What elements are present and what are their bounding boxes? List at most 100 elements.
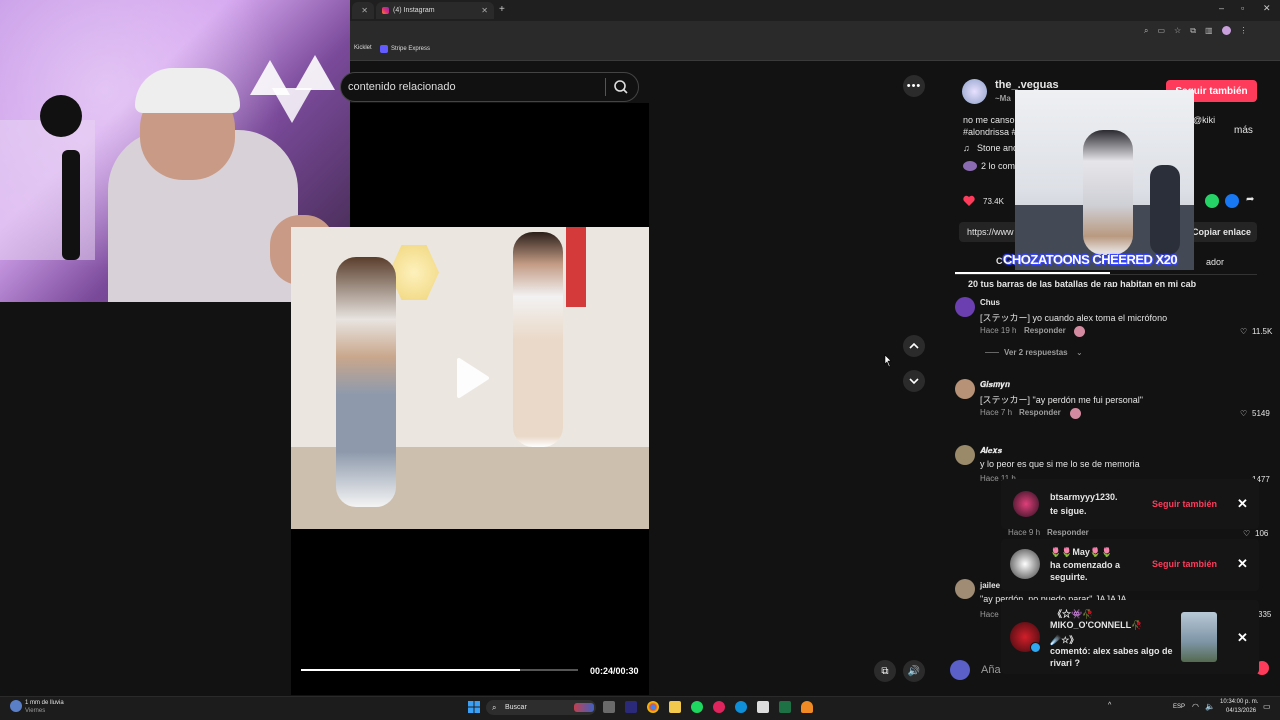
author-avatar[interactable]: [962, 79, 987, 104]
clock-date[interactable]: 04/13/2026: [1226, 708, 1256, 714]
music-title[interactable]: Stone anc: [977, 143, 1018, 153]
share-icon[interactable]: ➦: [1246, 194, 1254, 205]
notification-avatar: [1010, 549, 1040, 579]
excel-icon[interactable]: [779, 701, 791, 713]
whatsapp-icon[interactable]: [1205, 194, 1219, 208]
new-tab-button[interactable]: +: [499, 4, 505, 15]
tab-comments[interactable]: C: [996, 256, 1003, 266]
bookmark-kicklet[interactable]: Kicklet: [354, 45, 372, 51]
notification-text: te sigue.: [1050, 506, 1087, 516]
clock-time[interactable]: 10:34:00 p. m.: [1220, 699, 1258, 705]
app-icon[interactable]: [713, 701, 725, 713]
chevron-down-icon: [909, 378, 919, 385]
notification-follow-button[interactable]: Seguir también: [1152, 499, 1217, 509]
my-avatar: [950, 660, 970, 680]
volume-tray-icon[interactable]: 🔈: [1205, 702, 1215, 711]
heart-icon[interactable]: [962, 194, 976, 208]
comment-like-icon[interactable]: ♡: [1243, 529, 1250, 538]
zoom-icon[interactable]: ⌕: [1144, 26, 1148, 38]
notification-follow-button[interactable]: Seguir también: [1152, 559, 1217, 569]
cast-icon[interactable]: ▭: [1157, 26, 1165, 38]
comment-avatar[interactable]: [955, 445, 975, 465]
tab-creator[interactable]: ador: [1206, 257, 1224, 267]
windows-start-icon[interactable]: [468, 701, 480, 713]
wifi-icon[interactable]: ◠: [1192, 702, 1199, 711]
copy-link-button[interactable]: Copiar enlace: [1192, 227, 1251, 237]
search-divider: [605, 78, 606, 96]
notification-comment[interactable]: 《☆👾🥀 MIKO_O'CONNELL🥀 ☄️☆》 comentó: alex …: [1001, 600, 1259, 674]
close-icon[interactable]: ✕: [1237, 630, 1248, 646]
comment-time: Hace: [980, 610, 999, 619]
comment-avatar[interactable]: [955, 297, 975, 317]
comment-likes: 5149: [1252, 409, 1270, 418]
close-icon[interactable]: ✕: [481, 6, 488, 15]
close-icon[interactable]: ✕: [1237, 496, 1248, 512]
instagram-icon: [382, 7, 389, 14]
notification-text: ha comenzado a: [1050, 560, 1121, 570]
notification-follow[interactable]: btsarmyyy1230. te sigue. Seguir también …: [1001, 479, 1259, 529]
cloud-app-icon[interactable]: [801, 701, 813, 713]
wall-poster: [566, 227, 586, 307]
liker-avatars: [963, 161, 977, 171]
comment-like-icon[interactable]: ♡: [1240, 409, 1247, 418]
notepad-icon[interactable]: [757, 701, 769, 713]
play-icon[interactable]: [453, 357, 491, 399]
caption-tag[interactable]: @kiki: [1193, 115, 1215, 125]
profile-icon[interactable]: [1221, 26, 1231, 35]
browser-tab-instagram[interactable]: (4) Instagram ✕: [376, 2, 494, 19]
language-indicator[interactable]: ESP: [1173, 704, 1185, 710]
comment-like-icon[interactable]: ♡: [1240, 327, 1247, 336]
comment-avatar[interactable]: [955, 579, 975, 599]
comment-user[interactable]: 𝑮𝒊𝒔𝒎𝒚𝒏: [980, 380, 1010, 390]
tray-chevron-icon[interactable]: ^: [1108, 702, 1111, 709]
file-explorer-icon[interactable]: [669, 701, 681, 713]
spotify-icon[interactable]: [691, 701, 703, 713]
notification-follow[interactable]: 🌷🌷May🌷🌷 ha comenzado a seguirte. Seguir …: [1001, 539, 1259, 591]
tab-title: (4) Instagram: [393, 7, 435, 14]
browser-tab-previous[interactable]: ✕: [352, 2, 374, 19]
view-replies-button[interactable]: Ver 2 respuestas: [1004, 348, 1068, 357]
cursor-icon: [884, 354, 892, 368]
window-close-icon[interactable]: ✕: [1263, 3, 1271, 14]
search-icon[interactable]: [612, 78, 630, 96]
more-options-button[interactable]: •••: [903, 75, 925, 97]
reply-button[interactable]: Responder: [1024, 326, 1066, 335]
reply-button[interactable]: Responder: [1019, 408, 1061, 417]
volume-button[interactable]: 🔊: [903, 660, 925, 682]
task-view-icon[interactable]: [603, 701, 615, 713]
chrome-icon[interactable]: [647, 701, 659, 713]
more-link[interactable]: más: [1234, 125, 1253, 136]
facebook-icon[interactable]: [1225, 194, 1239, 208]
comment-input[interactable]: Aña: [981, 664, 1001, 676]
edge-icon[interactable]: [735, 701, 747, 713]
maximize-icon[interactable]: ▫: [1241, 3, 1244, 13]
comment-user[interactable]: jailee: [980, 581, 1000, 590]
liked-by-text[interactable]: 2 lo com: [981, 161, 1015, 171]
extensions-icon[interactable]: ⧉: [1190, 26, 1196, 38]
next-post-button[interactable]: [903, 370, 925, 392]
comment-time: Hace 9 h: [1008, 528, 1041, 537]
volume-icon: 🔊: [907, 665, 921, 677]
menu-icon[interactable]: ⋮: [1240, 26, 1248, 38]
premiere-icon[interactable]: [625, 701, 637, 713]
weather-text[interactable]: 1 mm de lluvia: [25, 700, 64, 706]
comment-text: y lo peor es que si me lo se de memoria: [980, 459, 1140, 469]
like-count: 73.4K: [983, 197, 1004, 206]
link-text: https://www: [967, 227, 1014, 237]
sidebar-icon[interactable]: ▥: [1205, 26, 1213, 38]
search-input[interactable]: contenido relacionado: [348, 81, 456, 93]
video-player[interactable]: [291, 227, 649, 529]
minimize-icon[interactable]: –: [1219, 3, 1224, 13]
comment-avatar[interactable]: [955, 379, 975, 399]
pip-button[interactable]: ⧉: [874, 660, 896, 682]
comment-time: Hace 19 h: [980, 326, 1017, 335]
bookmark-stripe[interactable]: Stripe Express: [380, 45, 430, 53]
close-icon[interactable]: ✕: [361, 6, 368, 15]
notification-center-icon[interactable]: ▭: [1263, 702, 1271, 711]
comment-user[interactable]: Chus: [980, 298, 1000, 307]
close-icon[interactable]: ✕: [1237, 556, 1248, 572]
star-icon[interactable]: ☆: [1174, 26, 1181, 38]
comment-user[interactable]: 𝑨𝒍𝒆𝒙𝒔: [980, 446, 1002, 456]
reply-button[interactable]: Responder: [1047, 528, 1089, 537]
previous-post-button[interactable]: [903, 335, 925, 357]
